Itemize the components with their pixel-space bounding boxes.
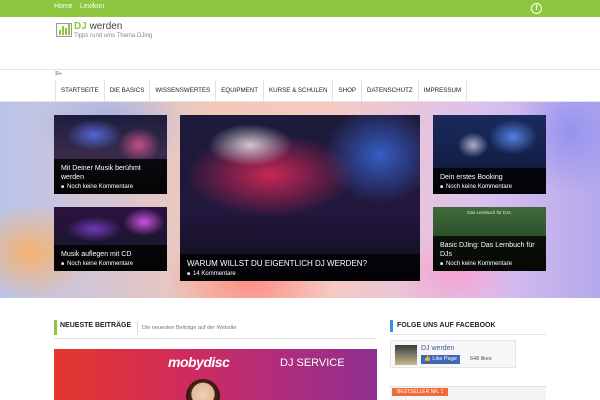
- comment-count: Noch keine Kommentare: [440, 184, 539, 190]
- facebook-like-button[interactable]: 👍 Like Page: [421, 355, 460, 364]
- nav-item-startseite[interactable]: STARTSEITE: [56, 80, 105, 102]
- menu-toggle-icon[interactable]: ≡⌐: [55, 71, 62, 77]
- nav-item-datenschutz[interactable]: DATENSCHUTZ: [362, 80, 419, 102]
- topbar-link-home[interactable]: Home: [54, 3, 73, 10]
- site-title-rest: werden: [86, 21, 123, 32]
- hero-card-title: Basic DJing: Das Lernbuch für DJs: [440, 242, 535, 258]
- facebook-page-thumbnail: [395, 345, 417, 365]
- banner-service: DJ SERVICE: [280, 357, 345, 369]
- hero-card-title: Musik auflegen mit CD: [61, 251, 132, 258]
- mobydisc-banner[interactable]: mobydisc DJ SERVICE: [54, 349, 377, 400]
- hero-area: Mit Deiner Musik berühmt werden Noch kei…: [0, 102, 600, 298]
- nav-item-kurse-schulen[interactable]: KURSE & SCHULEN: [264, 80, 334, 102]
- comment-count: Noch keine Kommentare: [440, 261, 539, 267]
- section-accent-bar: [54, 320, 57, 335]
- topbar-link-lexikon[interactable]: Lexikon: [80, 3, 104, 10]
- logo-equalizer-icon[interactable]: [56, 23, 72, 37]
- widget-underline: [390, 334, 546, 335]
- hero-card-right-bottom[interactable]: Das Lernbuch für DJs Basic DJing: Das Le…: [433, 207, 546, 271]
- hero-card-left-bottom[interactable]: Musik auflegen mit CD Noch keine Komment…: [54, 207, 167, 271]
- latest-posts-title: NEUESTE BEITRÄGE: [60, 322, 132, 329]
- section-underline: [54, 338, 377, 339]
- section-divider: [137, 321, 138, 335]
- nav-item-impressum[interactable]: IMPRESSUM: [419, 80, 468, 102]
- bestseller-widget: BESTSELLER NR. 1: [390, 386, 546, 400]
- banner-brand: mobydisc: [168, 354, 230, 370]
- nav-item-wissenswertes[interactable]: WISSENSWERTES: [150, 80, 217, 102]
- latest-posts-subtitle: Die neuesten Beiträge auf der Website: [142, 325, 237, 331]
- nav-item-equipment[interactable]: EQUIPMENT: [216, 80, 265, 102]
- facebook-page-widget[interactable]: DJ werden 👍 Like Page 648 likes: [390, 340, 516, 368]
- facebook-widget-title: FOLGE UNS AUF FACEBOOK: [397, 322, 496, 329]
- hero-card-right-top[interactable]: Dein erstes Booking Noch keine Kommentar…: [433, 115, 546, 194]
- facebook-like-label: Like Page: [432, 356, 457, 362]
- hero-card-title: Dein erstes Booking: [440, 174, 503, 181]
- hero-card-title: Mit Deiner Musik berühmt werden: [61, 165, 141, 181]
- facebook-like-count: 648 likes: [470, 356, 492, 362]
- comment-count: Noch keine Kommentare: [61, 184, 160, 190]
- facebook-page-name[interactable]: DJ werden: [421, 345, 454, 352]
- site-title-accent: DJ: [74, 21, 87, 32]
- nav-item-die-basics[interactable]: DIE BASICS: [105, 80, 151, 102]
- comment-count: Noch keine Kommentare: [61, 261, 160, 267]
- banner-dj-photo: [186, 379, 220, 400]
- comment-count: 14 Kommentare: [187, 271, 413, 277]
- hero-card-left-top[interactable]: Mit Deiner Musik berühmt werden Noch kei…: [54, 115, 167, 194]
- site-tagline: Tipps rund ums Thema DJing: [74, 33, 153, 39]
- top-bar: Home Lexikon f: [0, 0, 600, 17]
- nav-item-shop[interactable]: SHOP: [333, 80, 363, 102]
- hero-featured-title: WARUM WILLST DU EIGENTLICH DJ WERDEN?: [187, 259, 368, 268]
- widget-accent-bar: [390, 320, 393, 332]
- facebook-icon[interactable]: f: [531, 3, 542, 14]
- main-nav: STARTSEITE DIE BASICS WISSENSWERTES EQUI…: [55, 80, 468, 102]
- bestseller-label: BESTSELLER NR. 1: [392, 388, 449, 396]
- lernbuch-image-caption: Das Lernbuch für DJs: [467, 210, 511, 215]
- site-title[interactable]: DJ werden: [74, 21, 122, 32]
- hero-card-featured[interactable]: WARUM WILLST DU EIGENTLICH DJ WERDEN? 14…: [180, 115, 420, 281]
